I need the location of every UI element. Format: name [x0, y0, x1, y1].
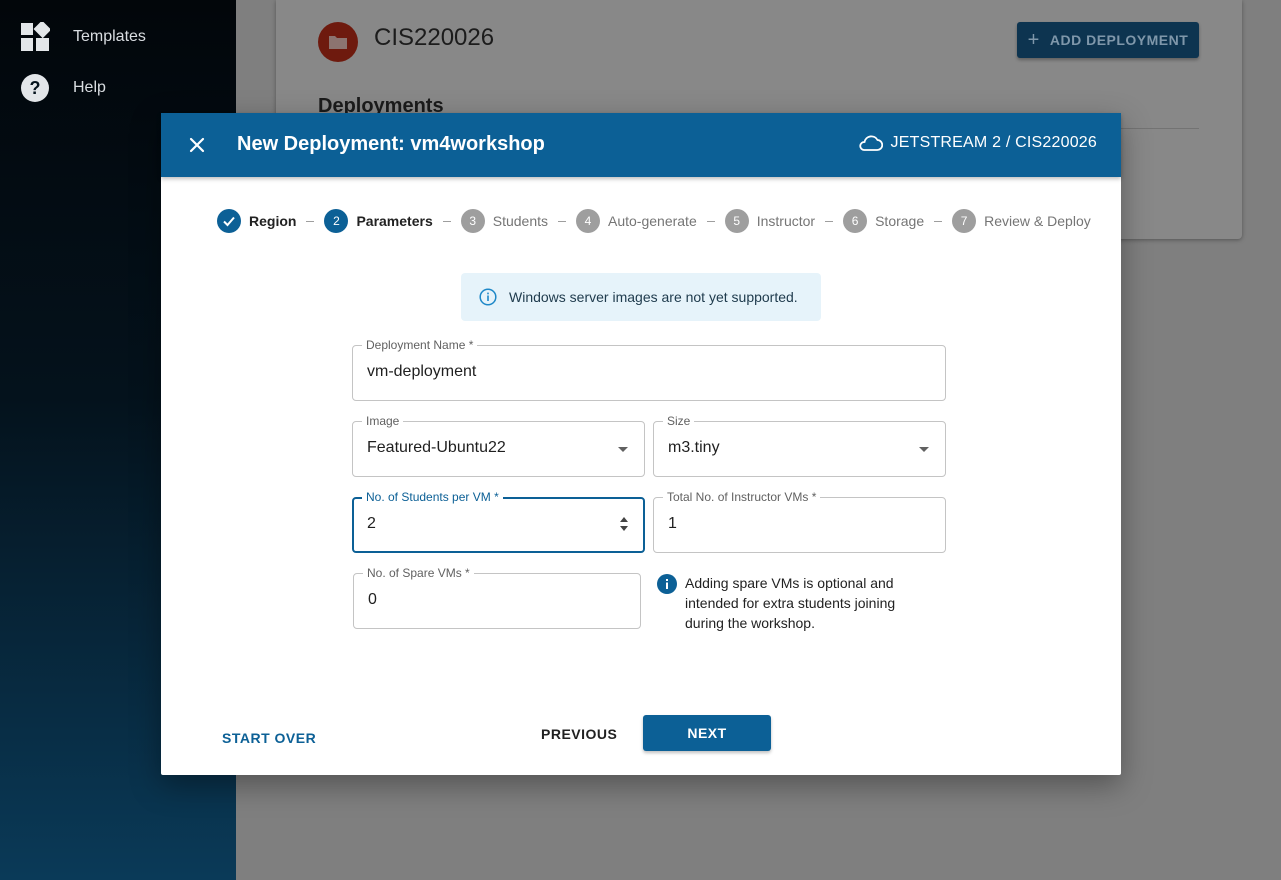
step-auto-generate[interactable]: 4 Auto-generate — [576, 209, 697, 233]
step-separator — [706, 220, 715, 222]
cloud-icon — [858, 135, 883, 151]
dialog-header: New Deployment: vm4workshop JETSTREAM 2 … — [161, 113, 1121, 177]
sidebar-item-label: Help — [73, 79, 106, 96]
previous-button[interactable]: PREVIOUS — [541, 726, 617, 742]
info-icon — [479, 288, 497, 306]
sidebar-item-templates[interactable]: Templates — [20, 22, 146, 52]
stepper: Region 2 Parameters 3 Students 4 Auto-ge… — [217, 209, 1091, 233]
project-title: CIS220026 — [374, 24, 495, 51]
deployment-name-field[interactable]: Deployment Name * vm-deployment — [352, 338, 946, 401]
step-parameters[interactable]: 2 Parameters — [324, 209, 433, 233]
size-select[interactable]: Size m3.tiny — [653, 414, 946, 477]
step-storage[interactable]: 6 Storage — [843, 209, 924, 233]
sidebar-item-label: Templates — [73, 28, 146, 45]
step-separator — [442, 220, 451, 222]
number-stepper-icon[interactable] — [619, 515, 629, 533]
dashboard-icon — [20, 22, 50, 52]
step-separator — [558, 220, 566, 222]
info-alert: Windows server images are not yet suppor… — [461, 273, 821, 321]
close-icon[interactable] — [185, 133, 209, 157]
info-icon — [657, 574, 677, 594]
check-icon — [217, 209, 241, 233]
step-region[interactable]: Region — [217, 209, 296, 233]
new-deployment-dialog: New Deployment: vm4workshop JETSTREAM 2 … — [161, 113, 1121, 775]
dropdown-arrow-icon — [919, 447, 929, 452]
step-separator — [934, 220, 943, 222]
sidebar-item-help[interactable]: ? Help — [20, 73, 106, 103]
next-button[interactable]: NEXT — [643, 715, 771, 751]
step-review-deploy[interactable]: 7 Review & Deploy — [952, 209, 1091, 233]
svg-text:?: ? — [30, 78, 41, 98]
students-per-vm-input[interactable]: No. of Students per VM * 2 — [352, 490, 645, 553]
help-icon: ? — [20, 73, 50, 103]
instructor-vms-input[interactable]: Total No. of Instructor VMs * 1 — [653, 490, 946, 553]
dialog-title: New Deployment: vm4workshop — [237, 133, 545, 155]
spare-vms-note: Adding spare VMs is optional and intende… — [657, 573, 917, 633]
dropdown-arrow-icon — [618, 447, 628, 452]
start-over-button[interactable]: START OVER — [222, 730, 316, 746]
spare-vms-input[interactable]: No. of Spare VMs * 0 — [353, 566, 641, 629]
plus-icon: + — [1027, 29, 1040, 51]
add-deployment-button[interactable]: + ADD DEPLOYMENT — [1017, 22, 1199, 58]
step-students[interactable]: 3 Students — [460, 209, 548, 233]
folder-icon — [318, 22, 358, 62]
step-separator — [306, 220, 315, 222]
image-select[interactable]: Image Featured-Ubuntu22 — [352, 414, 645, 477]
step-instructor[interactable]: 5 Instructor — [724, 209, 815, 233]
step-separator — [825, 220, 834, 222]
cloud-context: JETSTREAM 2 / CIS220026 — [857, 134, 1097, 152]
